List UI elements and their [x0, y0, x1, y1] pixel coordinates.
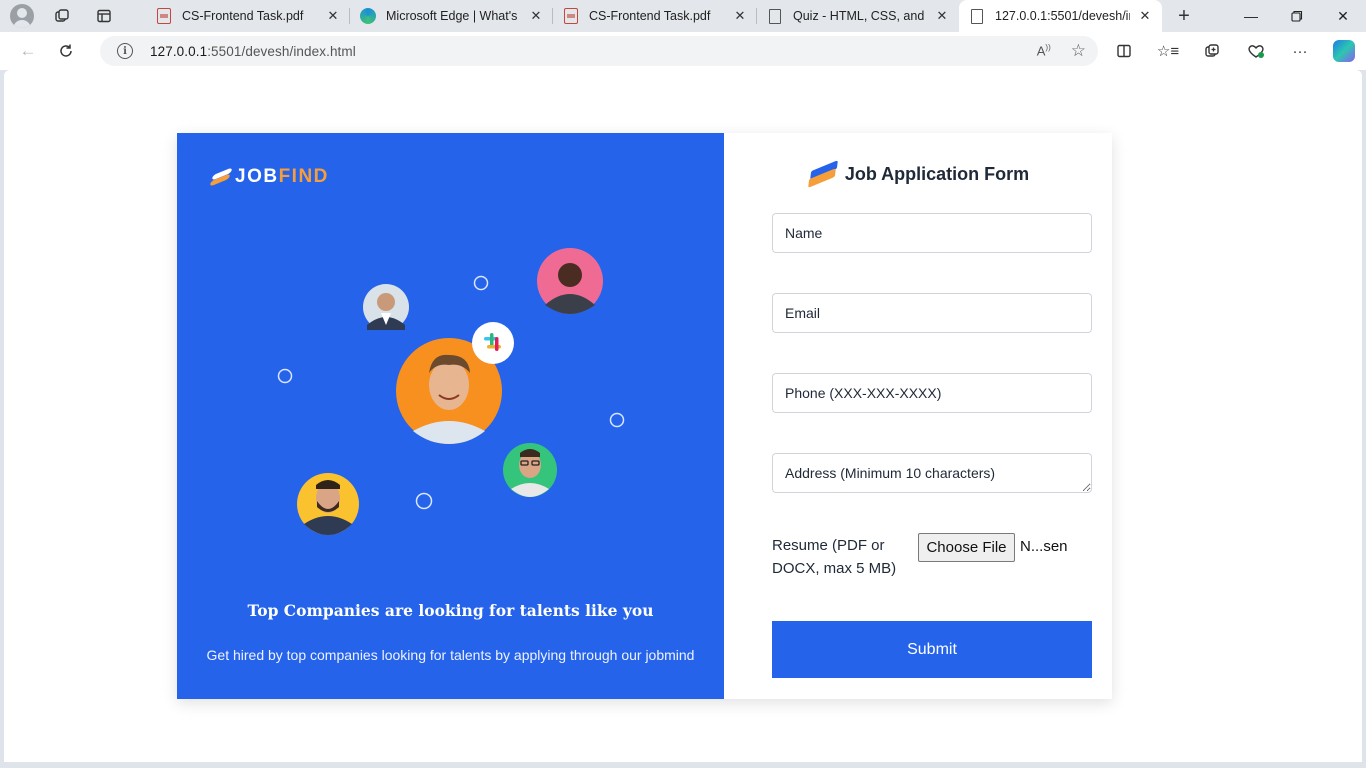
form-title: Job Application Form [844, 163, 1030, 184]
restore-icon[interactable] [1274, 0, 1320, 32]
decor-ring [277, 368, 293, 384]
browser-tab-3[interactable]: CS-Frontend Task.pdf ✕ [553, 0, 757, 32]
file-status-text: N...sen [1020, 538, 1068, 555]
close-tab-icon[interactable]: ✕ [1136, 7, 1154, 25]
application-form: Job Application Form Resume (PDF or DOCX… [724, 133, 1112, 699]
browser-tab-1[interactable]: CS-Frontend Task.pdf ✕ [146, 0, 350, 32]
tab-title: CS-Frontend Task.pdf [589, 9, 711, 23]
split-screen-icon[interactable] [1102, 32, 1146, 70]
favorite-star-icon[interactable]: ☆ [1071, 41, 1086, 61]
favorites-icon[interactable]: ☆≡ [1146, 32, 1190, 70]
copilot-icon[interactable] [1322, 32, 1366, 70]
close-tab-icon[interactable]: ✕ [527, 7, 545, 25]
read-aloud-icon[interactable]: A)) [1037, 43, 1051, 58]
address-bar[interactable]: i 127.0.0.1:5501/devesh/index.html A)) ☆ [100, 36, 1098, 66]
back-icon[interactable]: ← [11, 36, 45, 66]
pdf-icon [563, 8, 579, 24]
workspaces-icon[interactable] [46, 2, 78, 30]
decor-ring [473, 275, 489, 291]
page-icon [767, 8, 783, 24]
avatar-man-pink [537, 248, 603, 314]
minimize-icon[interactable]: — [1228, 0, 1274, 32]
decor-ring [609, 412, 625, 428]
avatar-bald-man [363, 284, 409, 330]
pdf-icon [156, 8, 172, 24]
phone-field[interactable] [772, 373, 1092, 413]
tab-actions-icon[interactable] [88, 2, 120, 30]
promo-tagline: Top Companies are looking for talents li… [247, 601, 654, 620]
tab-title: Quiz - HTML, CSS, and JS I [793, 9, 927, 23]
browser-toolbar: ← i 127.0.0.1:5501/devesh/index.html A))… [0, 32, 1366, 70]
address-field[interactable] [772, 453, 1092, 493]
browser-tab-2[interactable]: Microsoft Edge | What's New ✕ [350, 0, 553, 32]
avatar-man-glasses [503, 443, 557, 497]
page-icon [969, 8, 985, 24]
close-tab-icon[interactable]: ✕ [324, 7, 342, 25]
browser-tab-4[interactable]: Quiz - HTML, CSS, and JS I ✕ [757, 0, 959, 32]
refresh-icon[interactable] [49, 36, 83, 66]
tab-title: Microsoft Edge | What's New [386, 9, 521, 23]
slack-logo-icon [472, 322, 514, 364]
decor-ring [415, 492, 433, 510]
settings-more-icon[interactable]: ··· [1278, 32, 1322, 70]
close-window-icon[interactable]: ✕ [1320, 0, 1366, 32]
page-viewport: JOBFIND Top Companies are looking for ta… [4, 70, 1362, 762]
form-header: Job Application Form [724, 160, 1112, 188]
browser-tab-active[interactable]: 127.0.0.1:5501/devesh/index.html ✕ [959, 0, 1162, 32]
form-logo-icon [807, 160, 838, 188]
choose-file-button[interactable]: Choose File [918, 533, 1015, 562]
close-tab-icon[interactable]: ✕ [731, 7, 749, 25]
talent-illustration [277, 248, 625, 535]
email-field[interactable] [772, 293, 1092, 333]
collections-icon[interactable] [1190, 32, 1234, 70]
resume-label: Resume (PDF or DOCX, max 5 MB) [772, 537, 897, 577]
new-tab-icon[interactable]: + [1166, 2, 1202, 30]
tab-strip: CS-Frontend Task.pdf ✕ Microsoft Edge | … [0, 0, 1366, 32]
application-card: JOBFIND Top Companies are looking for ta… [177, 133, 1112, 699]
browser-essentials-icon[interactable] [1234, 32, 1278, 70]
close-tab-icon[interactable]: ✕ [933, 7, 951, 25]
site-info-icon[interactable]: i [117, 43, 133, 59]
avatar-bearded-man [297, 473, 359, 535]
edge-icon [360, 8, 376, 24]
name-field[interactable] [772, 213, 1092, 253]
submit-button[interactable]: Submit [772, 621, 1092, 678]
url-text[interactable]: 127.0.0.1:5501/devesh/index.html [150, 44, 356, 59]
tab-title: CS-Frontend Task.pdf [182, 9, 304, 23]
profile-avatar-icon[interactable] [10, 4, 34, 28]
promo-panel: JOBFIND Top Companies are looking for ta… [177, 133, 724, 699]
promo-subline: Get hired by top companies looking for t… [206, 647, 695, 663]
tab-title: 127.0.0.1:5501/devesh/index.html [995, 9, 1130, 23]
